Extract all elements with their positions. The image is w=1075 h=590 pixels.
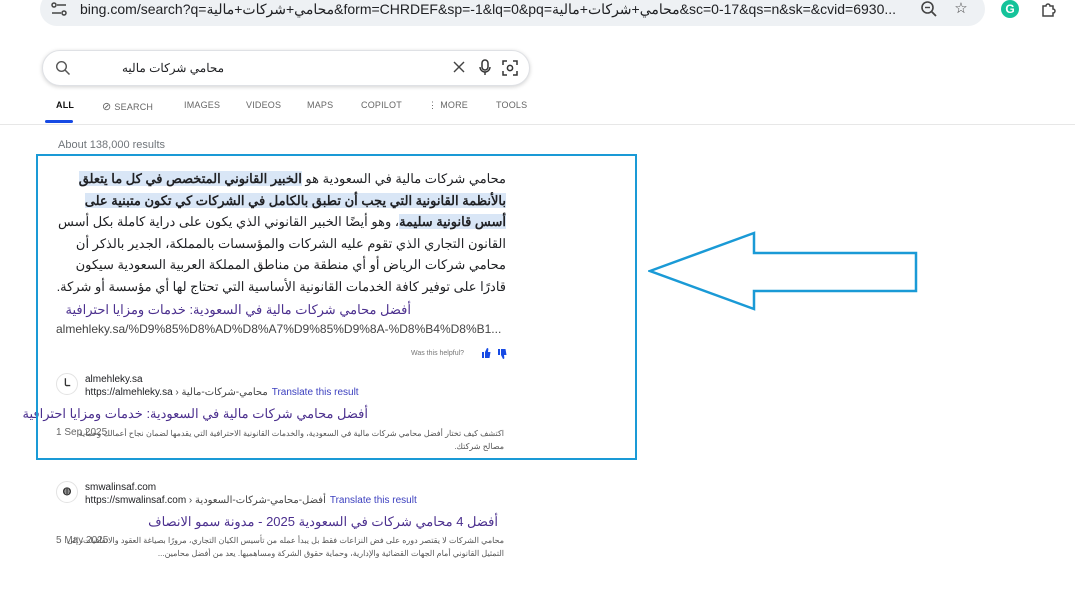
tab-copilot[interactable]: COPILOT <box>361 100 402 110</box>
result-title[interactable]: أفضل 4 محامي شركات في السعودية 2025 - مد… <box>56 514 498 530</box>
annotation-highlight-box <box>36 154 637 460</box>
microphone-icon[interactable] <box>477 59 493 77</box>
active-tab-indicator <box>45 120 73 123</box>
tab-maps[interactable]: MAPS <box>307 100 333 110</box>
grammarly-extension-icon[interactable]: G <box>1001 0 1019 18</box>
bookmark-star-icon[interactable]: ☆ <box>952 0 970 18</box>
tab-search[interactable]: ⊘ SEARCH <box>102 100 153 113</box>
annotation-arrow <box>648 231 918 311</box>
tab-all[interactable]: ALL <box>56 100 74 110</box>
site-info-icon[interactable] <box>50 2 68 16</box>
search-input[interactable]: محامي شركات ماليه <box>122 61 224 75</box>
clear-icon[interactable] <box>451 59 467 75</box>
copilot-search-icon: ⊘ <box>102 101 112 113</box>
search-icon <box>55 60 71 76</box>
visual-search-icon[interactable] <box>501 59 519 77</box>
tab-more[interactable]: ⋮ MORE <box>428 100 468 111</box>
address-url[interactable]: bing.com/search?q=محامي+شركات+مالية&form… <box>80 1 910 18</box>
result-url[interactable]: https://smwalinsaf.com › أفضل-محامي-شركا… <box>85 495 417 506</box>
tab-videos[interactable]: VIDEOS <box>246 100 281 110</box>
tab-images[interactable]: IMAGES <box>184 100 220 110</box>
search-result: ◍ smwalinsaf.com https://smwalinsaf.com … <box>56 481 516 571</box>
search-box[interactable]: محامي شركات ماليه <box>42 50 530 86</box>
tabs-divider <box>0 124 1075 125</box>
more-dots-icon: ⋮ <box>428 100 438 110</box>
zoom-icon[interactable] <box>920 0 938 18</box>
translate-link[interactable]: Translate this result <box>330 495 417 506</box>
extensions-puzzle-icon[interactable] <box>1040 0 1058 18</box>
result-snippet: محامي الشركات لا يقتصر دوره على فض النزا… <box>66 536 504 558</box>
tab-tools[interactable]: TOOLS <box>496 100 527 110</box>
browser-toolbar: bing.com/search?q=محامي+شركات+مالية&form… <box>0 0 1075 30</box>
site-favicon: ◍ <box>56 481 78 503</box>
result-site-name[interactable]: smwalinsaf.com <box>85 482 156 493</box>
results-count: About 138,000 results <box>58 139 166 151</box>
